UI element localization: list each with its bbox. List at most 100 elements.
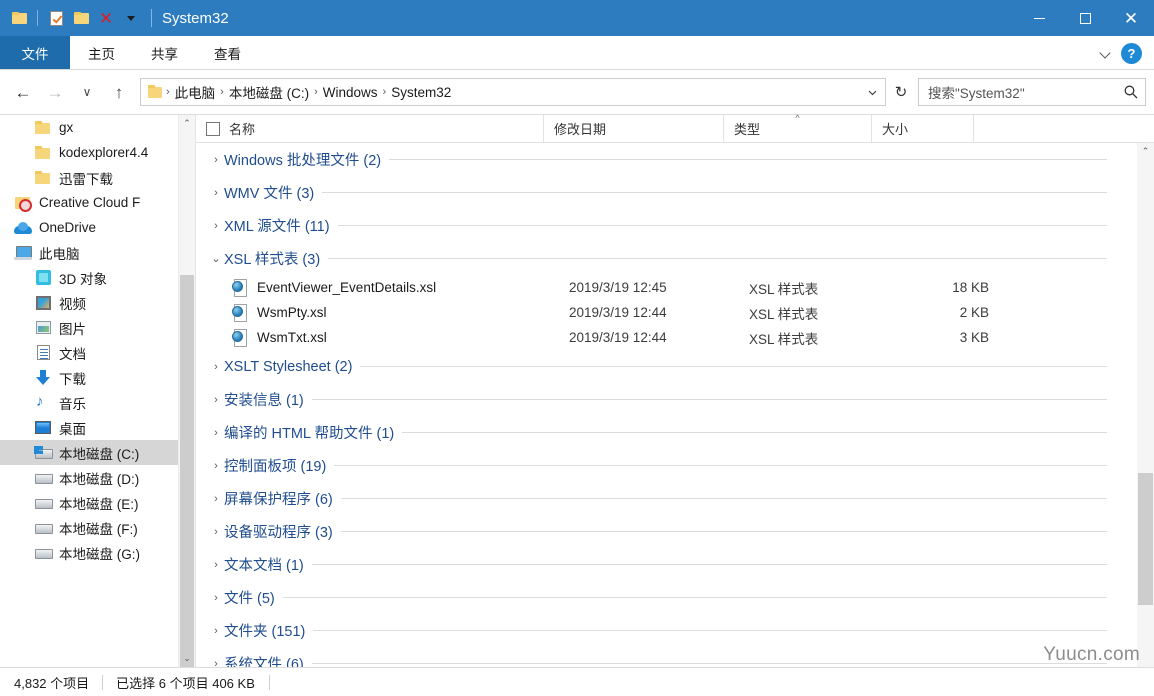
sidebar-scroll-down-icon[interactable]: ⌄: [179, 650, 195, 667]
maximize-button[interactable]: [1062, 0, 1108, 36]
chevron-down-icon[interactable]: [1100, 48, 1111, 59]
file-group-header[interactable]: › 系统文件 (6): [196, 647, 1137, 667]
search-input[interactable]: 搜索"System32": [918, 78, 1146, 106]
onedrive-cloud-icon: [14, 219, 32, 237]
sidebar-item[interactable]: gx: [0, 115, 178, 140]
column-header-blank[interactable]: [974, 115, 1137, 143]
sidebar-item[interactable]: 本地磁盘 (D:): [0, 465, 178, 490]
xsl-file-icon: [232, 329, 249, 346]
column-header-type[interactable]: ^ 类型: [724, 113, 872, 143]
file-row[interactable]: EventViewer_EventDetails.xsl 2019/3/19 12…: [196, 275, 1137, 300]
breadcrumb-item-windows[interactable]: Windows: [319, 83, 382, 102]
file-group-header[interactable]: › XSLT Stylesheet (2): [196, 350, 1137, 383]
chevron-right-icon[interactable]: ›: [208, 625, 224, 637]
file-group-header[interactable]: › XML 源文件 (11): [196, 209, 1137, 242]
chevron-right-icon[interactable]: ›: [208, 526, 224, 538]
file-name: WsmTxt.xsl: [257, 330, 327, 345]
chevron-right-icon[interactable]: ›: [208, 559, 224, 571]
sidebar-item[interactable]: Creative Cloud F: [0, 190, 178, 215]
sidebar-item[interactable]: ♪ 音乐: [0, 390, 178, 415]
sidebar-item[interactable]: 图片: [0, 315, 178, 340]
help-icon[interactable]: ?: [1121, 42, 1142, 64]
file-group-label: 文本文档 (1): [224, 558, 304, 574]
sidebar-item[interactable]: 本地磁盘 (E:): [0, 490, 178, 515]
file-row[interactable]: WsmTxt.xsl 2019/3/19 12:44 XSL 样式表 3 KB: [196, 325, 1137, 350]
breadcrumb-item-system32[interactable]: System32: [387, 83, 455, 102]
column-header-size[interactable]: 大小: [872, 114, 974, 143]
file-group-header[interactable]: › 设备驱动程序 (3): [196, 515, 1137, 548]
folder-icon[interactable]: [8, 7, 30, 29]
chevron-down-icon[interactable]: ⌄: [208, 252, 224, 265]
minimize-button[interactable]: [1016, 0, 1062, 36]
recent-locations-icon[interactable]: ∨: [72, 77, 102, 107]
chevron-right-icon[interactable]: ›: [208, 154, 224, 166]
list-scroll-up-icon[interactable]: ⌃: [1137, 143, 1154, 160]
sidebar-item-label: 本地磁盘 (D:): [59, 471, 140, 487]
chevron-right-icon[interactable]: ›: [208, 658, 224, 668]
refresh-button[interactable]: ↻: [888, 78, 914, 106]
delete-icon[interactable]: ✕: [95, 7, 117, 29]
tab-home[interactable]: 主页: [70, 36, 133, 69]
forward-button[interactable]: →: [40, 77, 70, 107]
chevron-right-icon[interactable]: ›: [208, 460, 224, 472]
chevron-right-icon[interactable]: ›: [208, 394, 224, 406]
tab-file[interactable]: 文件: [0, 36, 70, 69]
sidebar-item[interactable]: 文档: [0, 340, 178, 365]
file-group-header[interactable]: › WMV 文件 (3): [196, 176, 1137, 209]
file-group-header[interactable]: › 屏幕保护程序 (6): [196, 482, 1137, 515]
file-group-header[interactable]: › 文件夹 (151): [196, 614, 1137, 647]
sidebar-item[interactable]: 下载: [0, 365, 178, 390]
chevron-right-icon[interactable]: ›: [208, 220, 224, 232]
back-button[interactable]: ←: [8, 77, 38, 107]
sidebar-item[interactable]: kodexplorer4.4: [0, 140, 178, 165]
chevron-right-icon[interactable]: ›: [208, 592, 224, 604]
chevron-right-icon[interactable]: ›: [208, 361, 224, 373]
sidebar-item[interactable]: 此电脑: [0, 240, 178, 265]
file-group-label: XSLT Stylesheet (2): [224, 358, 353, 375]
tab-view[interactable]: 查看: [196, 36, 259, 69]
status-bar: 4,832 个项目 已选择 6 个项目 406 KB: [0, 667, 1154, 696]
file-group-header[interactable]: ⌄ XSL 样式表 (3): [196, 242, 1137, 275]
chevron-right-icon[interactable]: ›: [208, 187, 224, 199]
file-group-header[interactable]: › 文件 (5): [196, 581, 1137, 614]
folder-icon: [34, 169, 52, 187]
chevron-right-icon[interactable]: ›: [208, 493, 224, 505]
sidebar-item[interactable]: 桌面: [0, 415, 178, 440]
sidebar-item[interactable]: 本地磁盘 (C:): [0, 440, 178, 465]
file-name: EventViewer_EventDetails.xsl: [257, 280, 437, 295]
select-all-checkbox[interactable]: [206, 121, 220, 136]
up-button[interactable]: ↑: [104, 77, 134, 107]
file-group-header[interactable]: › 控制面板项 (19): [196, 449, 1137, 482]
sidebar-item[interactable]: 本地磁盘 (G:): [0, 540, 178, 565]
list-scroll-thumb[interactable]: [1138, 473, 1153, 605]
breadcrumb-dropdown-icon[interactable]: [863, 80, 881, 104]
file-row[interactable]: WsmPty.xsl 2019/3/19 12:44 XSL 样式表 2 KB: [196, 300, 1137, 325]
column-header-name[interactable]: 名称: [196, 114, 544, 143]
file-group-header[interactable]: › 安装信息 (1): [196, 383, 1137, 416]
file-list-scrollbar[interactable]: ⌃: [1137, 143, 1154, 667]
file-group-header[interactable]: › 编译的 HTML 帮助文件 (1): [196, 416, 1137, 449]
properties-icon[interactable]: [45, 7, 67, 29]
sidebar-item[interactable]: 本地磁盘 (F:): [0, 515, 178, 540]
sidebar-scroll-up-icon[interactable]: ⌃: [179, 115, 195, 132]
title-bar: ✕ System32 ✕: [0, 0, 1154, 36]
column-header-date[interactable]: 修改日期: [544, 114, 724, 143]
sidebar-item[interactable]: 3D 对象: [0, 265, 178, 290]
group-divider: [389, 159, 1107, 160]
file-group-header[interactable]: › Windows 批处理文件 (2): [196, 143, 1137, 176]
sidebar-item[interactable]: 视频: [0, 290, 178, 315]
breadcrumb[interactable]: › 此电脑 › 本地磁盘 (C:) › Windows › System32: [140, 78, 886, 106]
sidebar-scrollbar[interactable]: ⌃ ⌄: [178, 115, 195, 667]
sidebar-item[interactable]: OneDrive: [0, 215, 178, 240]
sidebar-item[interactable]: 迅雷下载: [0, 165, 178, 190]
breadcrumb-item-c-drive[interactable]: 本地磁盘 (C:): [225, 80, 313, 104]
breadcrumb-item-this-pc[interactable]: 此电脑: [171, 80, 220, 104]
file-group-header[interactable]: › 文本文档 (1): [196, 548, 1137, 581]
customize-dropdown-icon[interactable]: [120, 7, 142, 29]
chevron-right-icon[interactable]: ›: [208, 427, 224, 439]
close-button[interactable]: ✕: [1108, 0, 1154, 36]
tab-share[interactable]: 共享: [133, 36, 196, 69]
downloads-icon: [34, 369, 52, 387]
sidebar-scroll-thumb[interactable]: [180, 275, 194, 667]
new-folder-icon[interactable]: [70, 7, 92, 29]
